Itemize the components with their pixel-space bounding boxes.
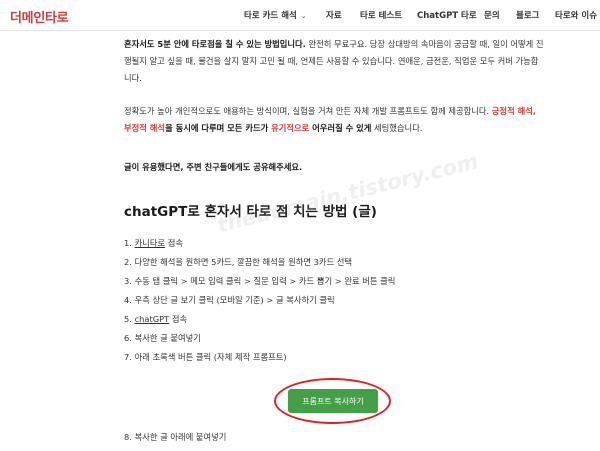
step-text: 우측 상단 글 보기 클릭 (모바일 기준) > 글 복사하기 클릭 — [134, 295, 335, 305]
step-text: 수동 탭 클릭 > 메모 입력 클릭 > 질문 입력 > 카드 뽑기 > 완료 … — [134, 276, 396, 286]
list-item: 2. 다양한 해석을 원하면 5카드, 깔끔한 해석을 원하면 3카드 선택 — [124, 253, 544, 272]
nav-item-resources[interactable]: 자료 — [326, 9, 342, 21]
chatgpt-link[interactable]: chatGPT — [135, 314, 170, 324]
step-number: 5. — [124, 314, 132, 324]
list-item: 7. 아래 초록색 버튼 클릭 (자체 제작 프롬프트) — [124, 348, 544, 367]
step-text: 아래 초록색 버튼 클릭 (자체 제작 프롬프트) — [134, 352, 287, 362]
step-text: 접속 — [169, 314, 188, 324]
intro-paragraph: 혼자서도 5분 안에 타로점을 칠 수 있는 방법입니다. 완전히 무료구요. … — [124, 36, 544, 86]
nav-item-tarot-test[interactable]: 타로 테스트 — [360, 9, 402, 21]
list-item: 5. chatGPT 접속 — [124, 310, 544, 329]
nav-item-blog[interactable]: 블로그 — [516, 9, 539, 21]
step-number: 8. — [124, 432, 132, 442]
accuracy-text-2: 세팅했습니다. — [371, 122, 423, 133]
step-number: 4. — [124, 295, 132, 305]
intro-lead: 혼자서도 5분 안에 타로점을 칠 수 있는 방법입니다. — [124, 39, 306, 49]
accuracy-highlight-2: 유기적으로 — [271, 122, 310, 133]
accuracy-text-1: 정확도가 높아 개인적으로도 애용하는 방식이며, 실험을 거쳐 만든 자체 개… — [124, 106, 492, 116]
nav-item-chatgpt-tarot[interactable]: ChatGPT 타로 — [417, 9, 477, 21]
step-text: 복사한 글 아래에 붙여넣기 — [134, 432, 227, 442]
step-number: 1. — [124, 238, 132, 248]
section-title: chatGPT로 혼자서 타로 점 치는 방법 (글) — [124, 204, 377, 220]
nav-item-tarot-issues[interactable]: 타로와 이슈 — [555, 9, 597, 21]
list-item: 3. 수동 탭 클릭 > 메모 입력 클릭 > 질문 입력 > 카드 뽑기 > … — [124, 272, 544, 291]
nav-item-contact[interactable]: 문의 — [484, 9, 500, 21]
copy-prompt-button[interactable]: 프롬프트 복사하기 — [288, 389, 378, 413]
nav-item-tarot-card-meaning[interactable]: 타로 카드 해석 ⌄ — [244, 9, 307, 21]
step-number: 7. — [124, 352, 132, 362]
step-text: 다양한 해석을 원하면 5카드, 깔끔한 해석을 원하면 3카드 선택 — [134, 257, 353, 267]
list-item: 6. 복사한 글 붙여넣기 — [124, 329, 544, 348]
top-navigation-bar: 더메인타로 타로 카드 해석 ⌄ 자료 타로 테스트 ChatGPT 타로 문의 … — [0, 0, 600, 31]
nav-item-label: 타로 카드 해석 — [244, 11, 297, 21]
site-logo[interactable]: 더메인타로 — [10, 7, 69, 26]
list-item: 4. 우측 상단 글 보기 클릭 (모바일 기준) > 글 복사하기 클릭 — [124, 291, 544, 310]
step-text: 접속 — [165, 238, 184, 248]
step-number: 3. — [124, 276, 132, 286]
list-item: 1. 카니타로 접속 — [124, 234, 544, 253]
accuracy-paragraph: 정확도가 높아 개인적으로도 애용하는 방식이며, 실험을 거쳐 만든 자체 개… — [124, 103, 544, 137]
steps-list: 1. 카니타로 접속 2. 다양한 해석을 원하면 5카드, 깔끔한 해석을 원… — [124, 234, 544, 367]
step-number: 6. — [124, 333, 132, 343]
chevron-down-icon: ⌄ — [300, 12, 307, 20]
share-note: 글이 유용했다면, 주변 친구들에게도 공유해주세요. — [124, 162, 303, 172]
kanitarot-link[interactable]: 카니타로 — [135, 238, 166, 248]
accuracy-bold-1: 을 동시에 다루며 모든 카드가 — [165, 122, 272, 133]
step-text: 복사한 글 붙여넣기 — [134, 333, 201, 343]
accuracy-bold-2: 어우러질 수 있게 — [309, 122, 372, 133]
article-content: 혼자서도 5분 안에 타로점을 칠 수 있는 방법입니다. 완전히 무료구요. … — [0, 31, 600, 451]
list-item: 8. 복사한 글 아래에 붙여넣기 — [124, 431, 226, 443]
step-number: 2. — [124, 257, 132, 267]
